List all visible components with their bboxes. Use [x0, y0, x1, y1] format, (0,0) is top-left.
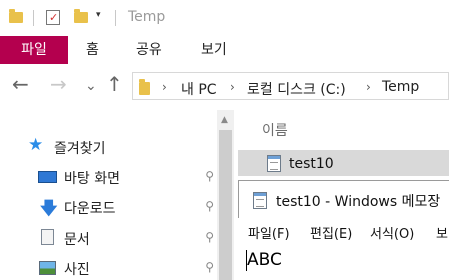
tab-share[interactable]: 공유 — [136, 36, 162, 64]
notepad-app-icon — [253, 192, 267, 209]
desktop-icon — [38, 171, 57, 183]
back-arrow-icon[interactable]: ← — [12, 74, 29, 94]
notepad-text[interactable]: ABC — [247, 250, 282, 270]
download-icon: 🡇 — [40, 199, 58, 219]
breadcrumb-separator[interactable]: › — [230, 80, 235, 94]
tab-view[interactable]: 보기 — [201, 36, 227, 64]
title-separator-2 — [115, 10, 116, 26]
breadcrumb-this-pc[interactable]: 내 PC — [181, 79, 217, 99]
pin-icon: ⚲ — [205, 199, 214, 213]
folder-icon — [9, 9, 23, 23]
breadcrumb-local-disk[interactable]: 로컬 디스크 (C:) — [247, 79, 346, 99]
sidebar-item-documents[interactable]: 문서 ⚲ — [38, 227, 228, 249]
menu-format[interactable]: 서식(O) — [370, 223, 414, 242]
sidebar-item-downloads[interactable]: 🡇 다운로드 ⚲ — [38, 196, 228, 219]
pin-icon: ⚲ — [205, 230, 214, 244]
tab-file[interactable]: 파일 — [0, 36, 68, 64]
breadcrumb-separator[interactable]: › — [366, 80, 371, 94]
notepad-title: test10 - Windows 메모장 — [276, 194, 441, 210]
scroll-up-arrow-icon[interactable]: ▲ — [221, 115, 228, 125]
scrollbar-thumb[interactable] — [219, 130, 232, 280]
title-separator — [33, 10, 34, 26]
properties-icon[interactable]: ✓ — [46, 10, 60, 25]
sidebar-item-label: 즐겨찾기 — [54, 141, 106, 157]
tab-home[interactable]: 홈 — [86, 36, 99, 64]
sidebar-item-pictures[interactable]: 사진 ⚲ — [38, 257, 228, 279]
menu-file[interactable]: 파일(F) — [248, 223, 290, 242]
star-icon: ★ — [28, 135, 44, 155]
sidebar-item-label: 다운로드 — [64, 201, 116, 217]
quick-access-dropdown[interactable]: ▾ — [96, 10, 101, 20]
breadcrumb-separator[interactable]: › — [162, 80, 167, 94]
recent-locations-chevron-icon[interactable]: ⌄ — [85, 76, 97, 96]
column-header-name[interactable]: 이름 — [262, 120, 288, 140]
file-name[interactable]: test10 — [289, 156, 334, 172]
menu-view-partial[interactable]: 보 — [436, 223, 448, 242]
document-icon — [41, 229, 54, 245]
up-arrow-icon[interactable]: ↑ — [106, 74, 123, 94]
explorer-title-bar — [0, 0, 449, 36]
pin-icon: ⚲ — [205, 260, 214, 274]
sidebar-item-desktop[interactable]: 바탕 화면 ⚲ — [38, 166, 228, 188]
sidebar-item-label: 문서 — [64, 232, 90, 248]
sidebar-item-quick-access[interactable]: ★ 즐겨찾기 — [28, 135, 218, 158]
notepad-file-icon — [267, 155, 281, 172]
new-folder-icon[interactable] — [74, 9, 88, 23]
forward-arrow-icon[interactable]: → — [50, 74, 67, 94]
sidebar-item-label: 사진 — [64, 262, 90, 278]
window-title: Temp — [128, 9, 166, 25]
sidebar-item-label: 바탕 화면 — [64, 171, 120, 187]
menu-edit[interactable]: 편집(E) — [310, 223, 352, 242]
pin-icon: ⚲ — [205, 169, 214, 183]
pictures-icon — [39, 261, 56, 275]
breadcrumb-temp[interactable]: Temp — [382, 79, 419, 95]
address-folder-icon — [139, 79, 150, 95]
